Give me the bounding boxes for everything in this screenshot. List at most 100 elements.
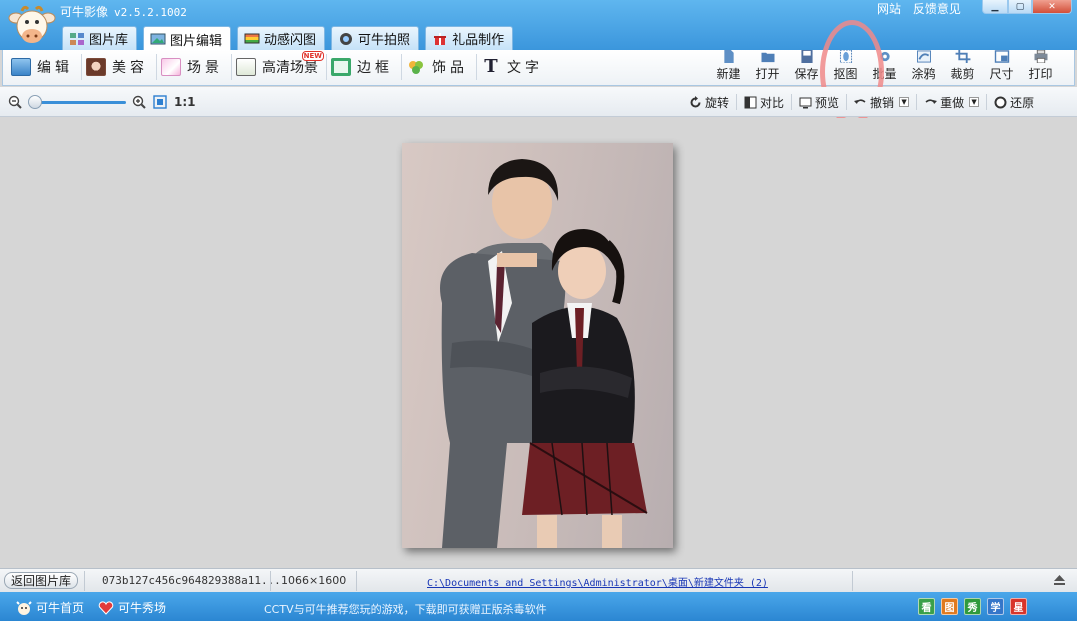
chevron-down-icon[interactable]: ▼ <box>899 97 910 107</box>
back-to-library-button[interactable]: 返回图片库 <box>4 572 79 589</box>
tool-label: 文字 <box>507 60 543 76</box>
star-icon[interactable]: 星 <box>1010 598 1027 615</box>
preview-button[interactable]: 预览 <box>792 94 848 110</box>
ad-ticker[interactable]: CCTV与可牛推荐您玩的游戏，下载即可获赠正版杀毒软件 <box>264 601 547 617</box>
chevron-down-icon[interactable]: ▼ <box>969 97 980 107</box>
title-bar: 可牛影像 v2.5.2.1002 网站 反馈意见 ▁ ▢ ✕ 图片库 图片编辑 动… <box>0 0 1077 51</box>
beauty-icon <box>86 58 106 76</box>
zoom-slider-thumb[interactable] <box>28 95 42 109</box>
file-path-link[interactable]: C:\Documents and Settings\Administrator\… <box>427 574 768 589</box>
view-actions: 旋转 对比 预览 撤销 ▼ 重做 ▼ 还原 <box>682 93 1041 111</box>
tool-label: 打印 <box>1028 67 1053 81</box>
tool-border[interactable]: 边框 <box>327 54 402 80</box>
resize-button[interactable]: 尺寸 <box>982 50 1021 84</box>
show-icon[interactable]: 秀 <box>964 598 981 615</box>
tool-label: 美容 <box>112 60 148 76</box>
undo-button[interactable]: 撤销 ▼ <box>847 94 918 110</box>
tool-label: 编辑 <box>37 60 73 76</box>
quick-icons: 看 图 秀 学 星 <box>918 598 1027 615</box>
app-name: 可牛影像 <box>60 5 109 19</box>
tool-label: 打开 <box>755 67 780 81</box>
tool-label: 保存 <box>794 67 819 81</box>
hd-scene-icon <box>236 58 256 76</box>
tool-label: 批量 <box>872 67 897 81</box>
tool-label: 新建 <box>716 67 741 81</box>
learn-icon[interactable]: 学 <box>987 598 1004 615</box>
open-button[interactable]: 打开 <box>748 50 787 84</box>
new-button[interactable]: 新建 <box>709 50 748 84</box>
tool-beauty[interactable]: 美容 <box>82 54 157 80</box>
cow-icon <box>16 600 32 615</box>
status-bar: 返回图片库 073b127c456c964829388a11... 1066×1… <box>0 568 1077 592</box>
tab-flash-image[interactable]: 动感闪图 <box>237 26 326 50</box>
preview-icon <box>799 97 812 108</box>
picture-icon[interactable]: 图 <box>941 598 958 615</box>
tab-label: 礼品制作 <box>452 33 505 48</box>
minimize-icon[interactable]: ▁ <box>982 0 1008 14</box>
tab-label: 动感闪图 <box>264 33 317 48</box>
text-icon: T <box>484 56 498 77</box>
border-icon <box>331 58 351 76</box>
tool-hd-scene[interactable]: 高清场景 NEW <box>232 51 327 80</box>
undo-icon <box>854 98 866 104</box>
tab-photo-edit[interactable]: 图片编辑 <box>143 26 232 51</box>
rotate-button[interactable]: 旋转 <box>682 94 738 110</box>
tab-label: 可牛拍照 <box>358 33 411 48</box>
zoom-slider[interactable] <box>30 101 126 104</box>
compare-icon <box>744 96 757 108</box>
tool-edit[interactable]: 编辑 <box>7 54 82 80</box>
photo-image <box>440 159 648 548</box>
tool-text[interactable]: T 文字 <box>477 54 551 80</box>
eject-icon[interactable] <box>1053 574 1066 586</box>
doodle-icon <box>916 50 931 63</box>
actual-size-button[interactable]: 1:1 <box>174 95 196 109</box>
fit-window-icon[interactable] <box>153 95 167 109</box>
restore-icon <box>994 96 1007 108</box>
tab-label: 图片库 <box>89 33 129 48</box>
restore-button[interactable]: 还原 <box>987 94 1041 110</box>
main-toolbar: 编辑 美容 场景 高清场景 NEW 边框 饰品 T 文字 新建 打开 保存 抠图… <box>2 50 1075 86</box>
file-tools: 新建 打开 保存 抠图 批量 涂鸦 裁剪 尺寸 打印 <box>709 50 1060 84</box>
tool-label: 抠图 <box>833 67 858 81</box>
tab-photo-library[interactable]: 图片库 <box>62 26 138 50</box>
website-link[interactable]: 网站 <box>877 2 901 16</box>
batch-button[interactable]: 批量 <box>865 50 904 84</box>
photo-edit-icon <box>150 33 166 45</box>
print-button[interactable]: 打印 <box>1021 50 1060 84</box>
tab-camera[interactable]: 可牛拍照 <box>331 26 420 50</box>
tool-scene[interactable]: 场景 <box>157 54 232 80</box>
window-controls: ▁ ▢ ✕ <box>982 0 1072 14</box>
redo-button[interactable]: 重做 ▼ <box>917 94 988 110</box>
top-links: 网站 反馈意见 <box>877 0 969 17</box>
cutout-button[interactable]: 抠图 <box>826 50 865 84</box>
edit-icon <box>11 58 31 76</box>
file-name: 073b127c456c964829388a11... <box>102 574 281 587</box>
status-divider <box>356 571 357 591</box>
maximize-icon[interactable]: ▢ <box>1008 0 1032 14</box>
flash-image-icon <box>244 33 260 43</box>
tool-label: 尺寸 <box>989 67 1014 81</box>
zoom-in-icon[interactable] <box>132 95 146 109</box>
main-tabs: 图片库 图片编辑 动感闪图 可牛拍照 礼品制作 <box>62 26 514 51</box>
rotate-icon <box>690 95 701 107</box>
save-button[interactable]: 保存 <box>787 50 826 84</box>
gift-icon <box>434 32 447 45</box>
tool-accessory[interactable]: 饰品 <box>402 54 477 80</box>
home-link[interactable]: 可牛首页 <box>16 599 84 616</box>
tool-label: 涂鸦 <box>911 67 936 81</box>
zoom-out-icon[interactable] <box>8 95 22 109</box>
status-divider <box>852 571 853 591</box>
status-divider <box>84 571 85 591</box>
image-canvas[interactable] <box>0 118 1077 568</box>
bottom-bar: 可牛首页 可牛秀场 CCTV与可牛推荐您玩的游戏，下载即可获赠正版杀毒软件 看 … <box>0 592 1077 621</box>
feedback-link[interactable]: 反馈意见 <box>913 2 961 16</box>
show-link[interactable]: 可牛秀场 <box>98 599 166 616</box>
compare-button[interactable]: 对比 <box>737 94 793 110</box>
cutout-icon <box>839 50 852 63</box>
doodle-button[interactable]: 涂鸦 <box>904 50 943 84</box>
tab-gift[interactable]: 礼品制作 <box>425 26 514 50</box>
crop-button[interactable]: 裁剪 <box>943 50 982 84</box>
watch-icon[interactable]: 看 <box>918 598 935 615</box>
image-dimensions: 1066×1600 <box>281 574 347 587</box>
close-icon[interactable]: ✕ <box>1032 0 1072 14</box>
